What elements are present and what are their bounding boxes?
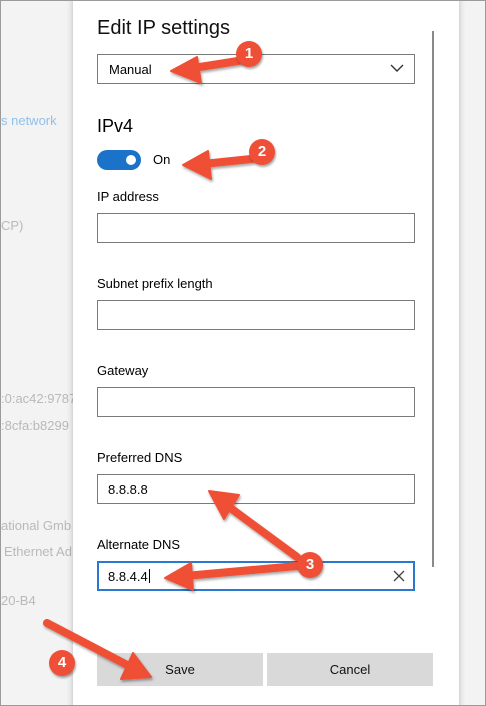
ipv4-toggle[interactable] [97,150,141,170]
alternate-dns-value-wrap: 8.8.4.4 [108,569,150,584]
background-text: :0:ac42:9787 [1,391,77,406]
alternate-dns-label: Alternate DNS [97,537,181,552]
background-text: CP) [1,218,24,233]
chevron-down-icon [390,64,404,72]
annotation-badge-3: 3 [297,552,323,578]
preferred-dns-input[interactable]: 8.8.8.8 [97,474,415,504]
ip-address-label: IP address [97,189,159,204]
scrollbar[interactable] [432,31,434,567]
annotation-badge-1: 1 [236,41,262,67]
ip-address-input[interactable] [97,213,415,243]
save-button[interactable]: Save [97,653,263,686]
text-caret [148,569,150,583]
subnet-prefix-label: Subnet prefix length [97,276,213,291]
gateway-input[interactable] [97,387,415,417]
preferred-dns-value: 8.8.8.8 [108,482,148,497]
alternate-dns-value: 8.8.4.4 [108,569,148,584]
clear-icon[interactable] [393,570,405,582]
background-text: :8cfa:b8299 [1,418,69,433]
annotation-badge-4: 4 [49,650,75,676]
dialog-title: Edit IP settings [97,17,231,39]
background-text: 20-B4 [1,593,36,608]
alternate-dns-input[interactable]: 8.8.4.4 [97,561,415,591]
cancel-button[interactable]: Cancel [267,653,433,686]
annotation-badge-2: 2 [249,139,275,165]
background-text: ational Gmb [1,518,72,533]
subnet-prefix-input[interactable] [97,300,415,330]
background-text: Ethernet Ad [4,544,72,559]
edit-ip-settings-dialog: Edit IP settings Manual IPv4 On IP addre… [73,1,459,705]
ipv4-toggle-label: On [153,152,171,167]
ipv4-section-title: IPv4 [97,116,134,136]
toggle-knob [126,155,136,165]
preferred-dns-label: Preferred DNS [97,450,183,465]
settings-window: s network CP) :0:ac42:9787 :8cfa:b8299 a… [0,0,486,706]
background-network-link[interactable]: s network [1,113,57,128]
gateway-label: Gateway [97,363,149,378]
ip-assignment-value: Manual [109,62,152,77]
